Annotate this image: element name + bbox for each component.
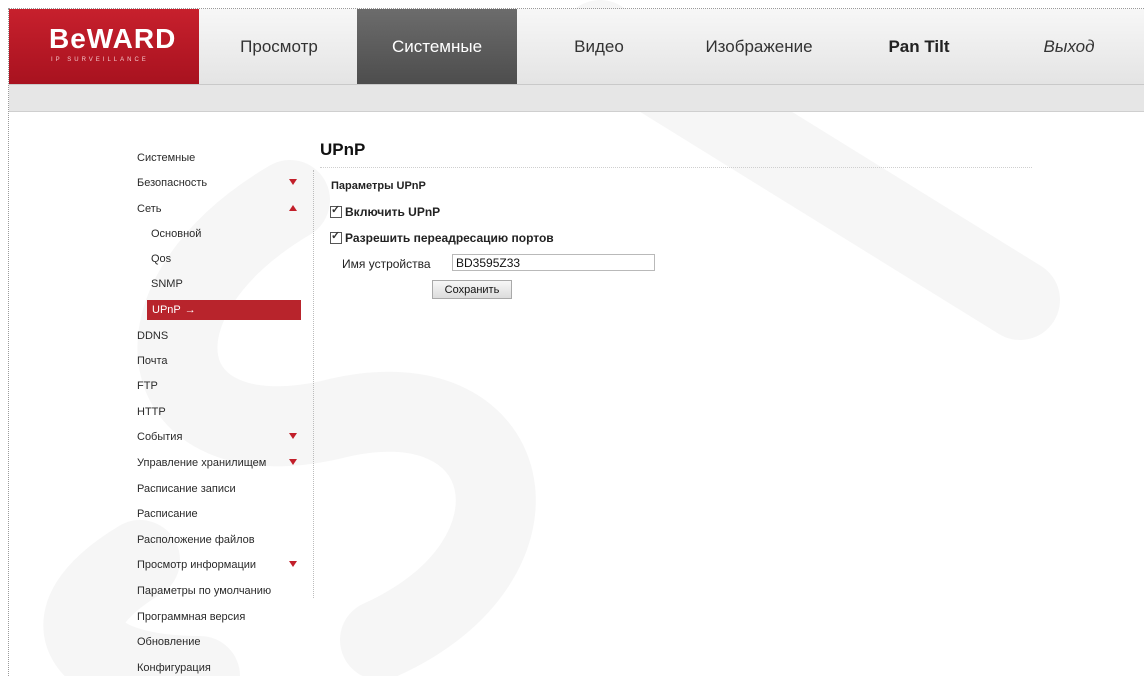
logo-subtitle: IP SURVEILLANCE bbox=[51, 57, 149, 63]
sidebar-subitem-basic[interactable]: Основной bbox=[151, 224, 301, 244]
sidebar-item-label: DDNS bbox=[137, 330, 169, 342]
sidebar-item-label: Системные bbox=[137, 152, 196, 164]
sidebar-item-http[interactable]: HTTP bbox=[137, 402, 305, 422]
sidebar-item-storage[interactable]: Управление хранилищем bbox=[137, 453, 305, 473]
save-button[interactable]: Сохранить bbox=[432, 280, 512, 299]
sidebar-item-label: Сеть bbox=[137, 203, 162, 215]
sidebar-item-label: Безопасность bbox=[137, 177, 208, 189]
sidebar-item-label: Просмотр информации bbox=[137, 559, 257, 571]
page-title: UPnP bbox=[320, 140, 366, 159]
sidebar-item-label: SNMP bbox=[151, 278, 183, 290]
sidebar-item-label: HTTP bbox=[137, 406, 166, 418]
enable-upnp-row: Включить UPnP bbox=[330, 203, 440, 221]
sidebar-item-defaults[interactable]: Параметры по умолчанию bbox=[137, 581, 305, 601]
sidebar-item-mail[interactable]: Почта bbox=[137, 351, 305, 371]
sidebar-item-label: Qos bbox=[151, 253, 172, 265]
sidebar-item-record-schedule[interactable]: Расписание записи bbox=[137, 479, 305, 499]
sidebar-item-update[interactable]: Обновление bbox=[137, 632, 305, 652]
port-forwarding-row: Разрешить переадресацию портов bbox=[330, 229, 554, 247]
device-name-label: Имя устройства bbox=[342, 257, 431, 271]
nav-item-image[interactable]: Изображение bbox=[679, 9, 839, 84]
sidebar-item-firmware-version[interactable]: Программная версия bbox=[137, 607, 305, 627]
nav-item-logout[interactable]: Выход bbox=[999, 9, 1139, 84]
brand-logo[interactable]: BeWARD IP SURVEILLANCE bbox=[9, 9, 199, 84]
expand-down-icon[interactable] bbox=[289, 179, 297, 185]
collapse-up-icon[interactable] bbox=[289, 205, 297, 211]
sidebar-item-label: UPnP bbox=[152, 304, 181, 316]
nav-item-video[interactable]: Видео bbox=[529, 9, 669, 84]
sidebar-item-label: События bbox=[137, 431, 183, 443]
header: BeWARD IP SURVEILLANCE Просмотр Системны… bbox=[9, 9, 1144, 112]
sidebar-item-schedule[interactable]: Расписание bbox=[137, 504, 305, 524]
sidebar-item-label: Расположение файлов bbox=[137, 534, 255, 546]
port-forwarding-checkbox[interactable] bbox=[330, 229, 342, 244]
expand-down-icon[interactable] bbox=[289, 561, 297, 567]
sidebar-item-info[interactable]: Просмотр информации bbox=[137, 555, 305, 575]
nav-item-system[interactable]: Системные bbox=[357, 9, 517, 84]
sidebar-item-label: Параметры по умолчанию bbox=[137, 585, 272, 597]
sidebar-item-security[interactable]: Безопасность bbox=[137, 173, 305, 193]
device-name-input[interactable] bbox=[452, 254, 655, 271]
top-nav-bar: BeWARD IP SURVEILLANCE Просмотр Системны… bbox=[9, 9, 1144, 85]
sidebar-subitem-upnp[interactable]: UPnP → bbox=[147, 300, 301, 320]
device-name-row: Имя устройства bbox=[342, 254, 655, 271]
sidebar-item-ftp[interactable]: FTP bbox=[137, 376, 305, 396]
arrow-right-icon: → bbox=[184, 304, 196, 316]
port-forwarding-label[interactable]: Разрешить переадресацию портов bbox=[345, 231, 554, 245]
sidebar-item-label: Почта bbox=[137, 355, 168, 367]
sidebar-item-label: Конфигурация bbox=[137, 662, 211, 674]
logo-text: BeWARD bbox=[49, 23, 177, 54]
sidebar-item-label: FTP bbox=[137, 380, 158, 392]
title-divider bbox=[320, 167, 1032, 168]
nav-item-pan-tilt[interactable]: Pan Tilt bbox=[849, 9, 989, 84]
sidebar-item-label: Программная версия bbox=[137, 611, 246, 623]
section-title: Параметры UPnP bbox=[331, 180, 426, 192]
sidebar-item-label: Расписание записи bbox=[137, 483, 236, 495]
sidebar-subitem-snmp[interactable]: SNMP bbox=[151, 274, 301, 294]
sidebar-item-label: Управление хранилищем bbox=[137, 457, 267, 469]
expand-down-icon[interactable] bbox=[289, 433, 297, 439]
nav-item-view[interactable]: Просмотр bbox=[209, 9, 349, 84]
sidebar-item-label: Обновление bbox=[137, 636, 201, 648]
sidebar-item-label: Расписание bbox=[137, 508, 198, 520]
sidebar-item-system[interactable]: Системные bbox=[137, 148, 305, 168]
sidebar-item-file-location[interactable]: Расположение файлов bbox=[137, 530, 305, 550]
sidebar-item-events[interactable]: События bbox=[137, 427, 305, 447]
sidebar-item-configuration[interactable]: Конфигурация bbox=[137, 658, 305, 678]
enable-upnp-label[interactable]: Включить UPnP bbox=[345, 205, 440, 219]
sidebar-item-network[interactable]: Сеть bbox=[137, 199, 305, 219]
sidebar-item-ddns[interactable]: DDNS bbox=[137, 326, 305, 346]
expand-down-icon[interactable] bbox=[289, 459, 297, 465]
enable-upnp-checkbox[interactable] bbox=[330, 203, 342, 218]
sidebar-item-label: Основной bbox=[151, 228, 202, 240]
sidebar-divider bbox=[313, 170, 314, 598]
sidebar-subitem-qos[interactable]: Qos bbox=[151, 249, 301, 269]
